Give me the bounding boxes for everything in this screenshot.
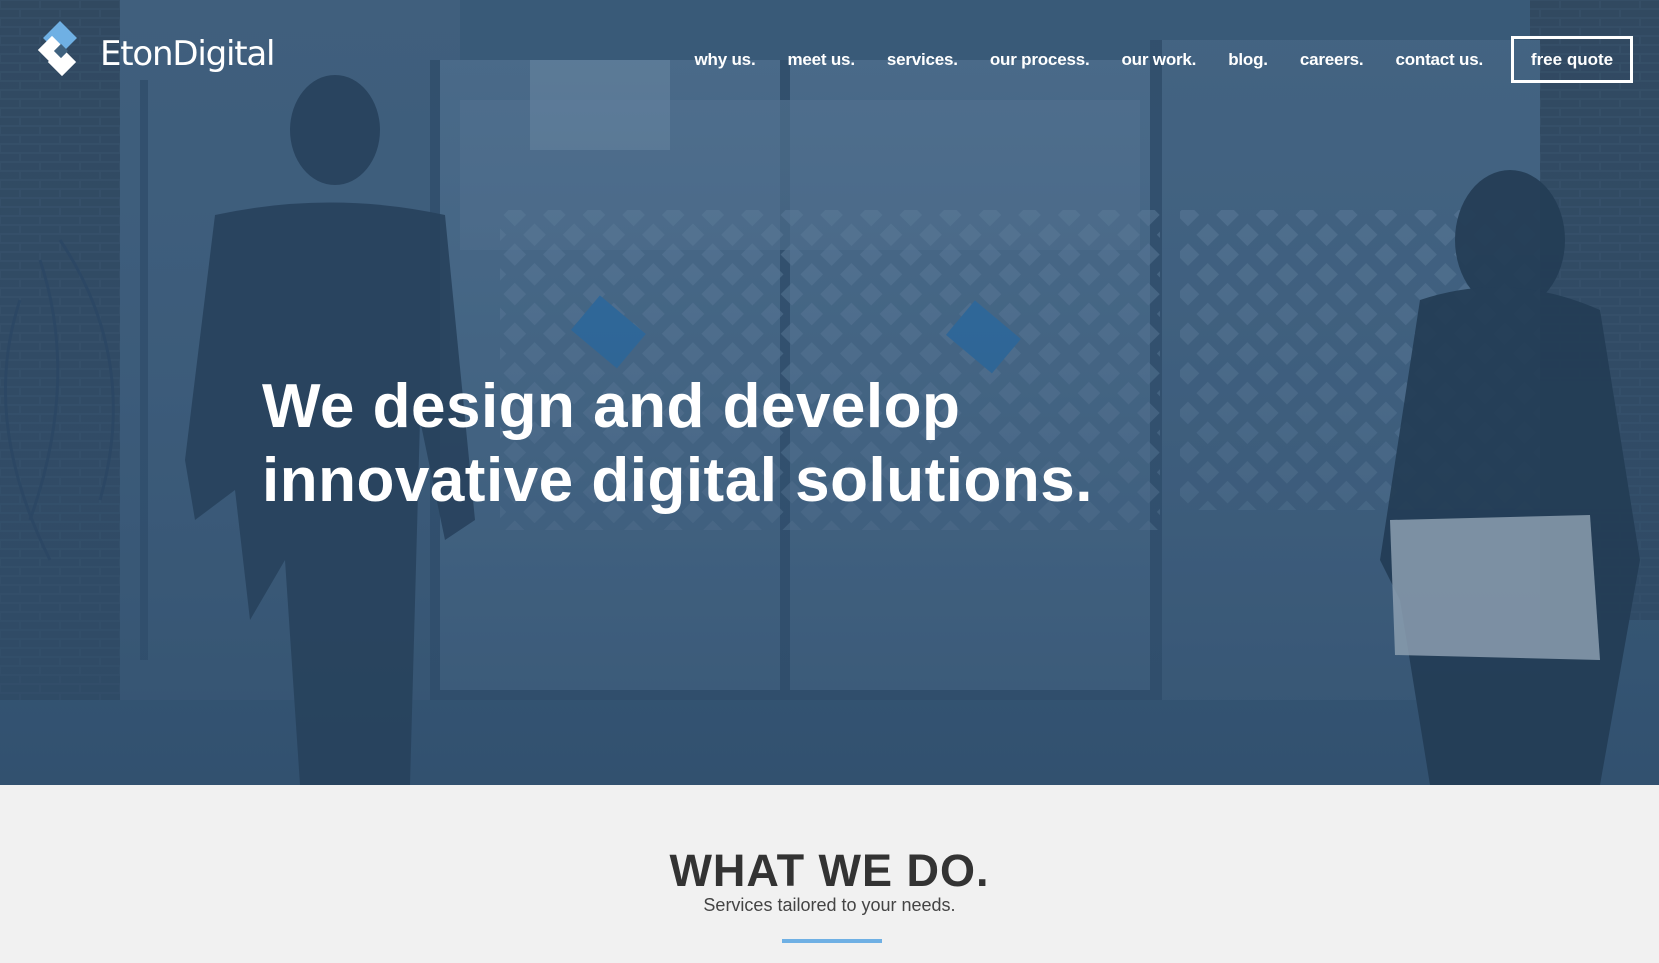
section-title: WHAT WE DO. [669,845,990,896]
nav-item-our-process[interactable]: our process. [990,50,1090,70]
nav-item-why-us[interactable]: why us. [695,50,756,70]
hero-headline: We design and develop innovative digital… [262,370,1093,518]
hero-headline-line-2: innovative digital solutions. [262,446,1093,515]
section-subtitle: Services tailored to your needs. [703,895,956,915]
brand-logo[interactable]: EtonDigital [28,20,275,89]
eton-diamond-logo-icon [28,20,92,89]
free-quote-button[interactable]: free quote [1511,36,1633,83]
brand-name: EtonDigital [100,34,275,74]
nav-item-services[interactable]: services. [887,50,958,70]
nav-item-meet-us[interactable]: meet us. [787,50,855,70]
nav-item-blog[interactable]: blog. [1228,50,1268,70]
nav-item-contact-us[interactable]: contact us. [1395,50,1483,70]
hero-section: EtonDigital why us. meet us. services. o… [0,0,1659,785]
nav-item-careers[interactable]: careers. [1300,50,1364,70]
main-navigation: why us. meet us. services. our process. … [663,36,1633,83]
section-divider [782,939,882,943]
hero-headline-line-1: We design and develop [262,372,961,441]
what-we-do-section: WHAT WE DO. Services tailored to your ne… [0,785,1659,963]
nav-item-our-work[interactable]: our work. [1121,50,1196,70]
